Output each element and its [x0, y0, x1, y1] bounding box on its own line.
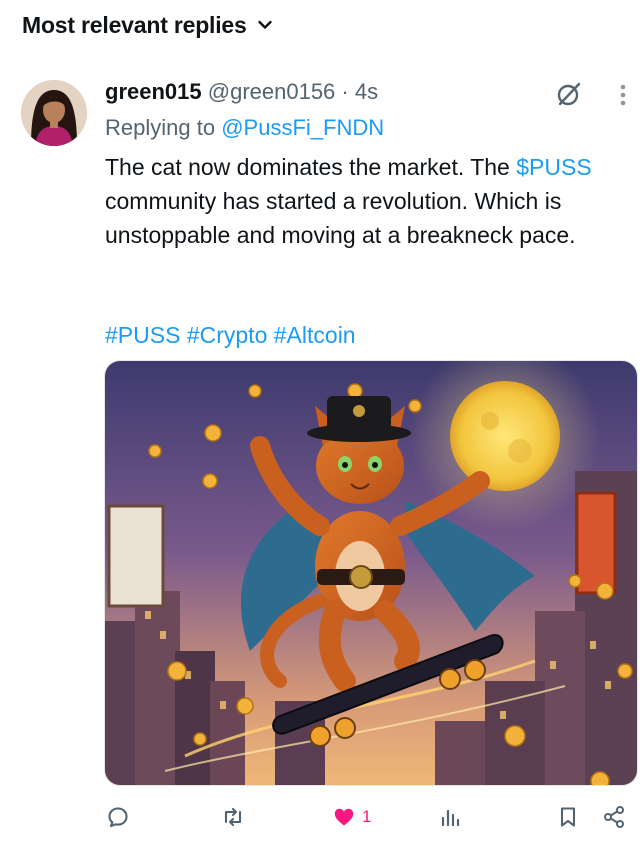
reply-text: The cat now dominates the market. The $P…: [105, 150, 625, 252]
post-time[interactable]: 4s: [355, 79, 378, 104]
views-icon[interactable]: [438, 805, 462, 829]
replying-to: Replying to @PussFi_FNDN: [105, 114, 384, 142]
reply-text-part2: community has started a revolution. Whic…: [105, 188, 576, 248]
more-options-icon[interactable]: [617, 82, 629, 108]
replies-sort-title: Most relevant replies: [22, 11, 247, 38]
heart-icon[interactable]: [332, 805, 356, 829]
meta-separator: ·: [341, 79, 349, 104]
replies-sort-header[interactable]: Most relevant replies: [22, 10, 273, 40]
grok-icon[interactable]: [555, 80, 583, 108]
like-action[interactable]: 1: [332, 804, 371, 830]
reply-actions: 1: [104, 800, 634, 834]
replying-to-link[interactable]: @PussFi_FNDN: [221, 115, 384, 140]
post-image[interactable]: [104, 360, 638, 786]
share-icon[interactable]: [602, 805, 626, 829]
avatar[interactable]: [21, 80, 87, 146]
retweet-icon[interactable]: [221, 805, 245, 829]
reply-text-part1: The cat now dominates the market. The: [105, 154, 510, 180]
views-action[interactable]: [438, 804, 462, 830]
reply-meta: green015 @green0156 · 4s: [105, 78, 378, 106]
bookmark-icon[interactable]: [556, 805, 580, 829]
share-action[interactable]: [602, 804, 626, 830]
cashtag-link[interactable]: $PUSS: [516, 154, 591, 180]
hashtag-link[interactable]: #PUSS: [105, 322, 180, 348]
hashtag-link[interactable]: #Altcoin: [274, 322, 356, 348]
display-name[interactable]: green015: [105, 79, 202, 104]
hashtag-link[interactable]: #Crypto: [187, 322, 268, 348]
reply-action[interactable]: [106, 804, 130, 830]
chevron-down-icon[interactable]: [257, 17, 273, 33]
retweet-action[interactable]: [221, 804, 245, 830]
user-handle[interactable]: @green0156: [208, 79, 336, 104]
bookmark-action[interactable]: [556, 804, 580, 830]
replying-prefix: Replying to: [105, 115, 216, 140]
like-count: 1: [362, 807, 372, 826]
reply-icon[interactable]: [106, 805, 130, 829]
hashtags: #PUSS #Crypto #Altcoin: [105, 318, 356, 352]
